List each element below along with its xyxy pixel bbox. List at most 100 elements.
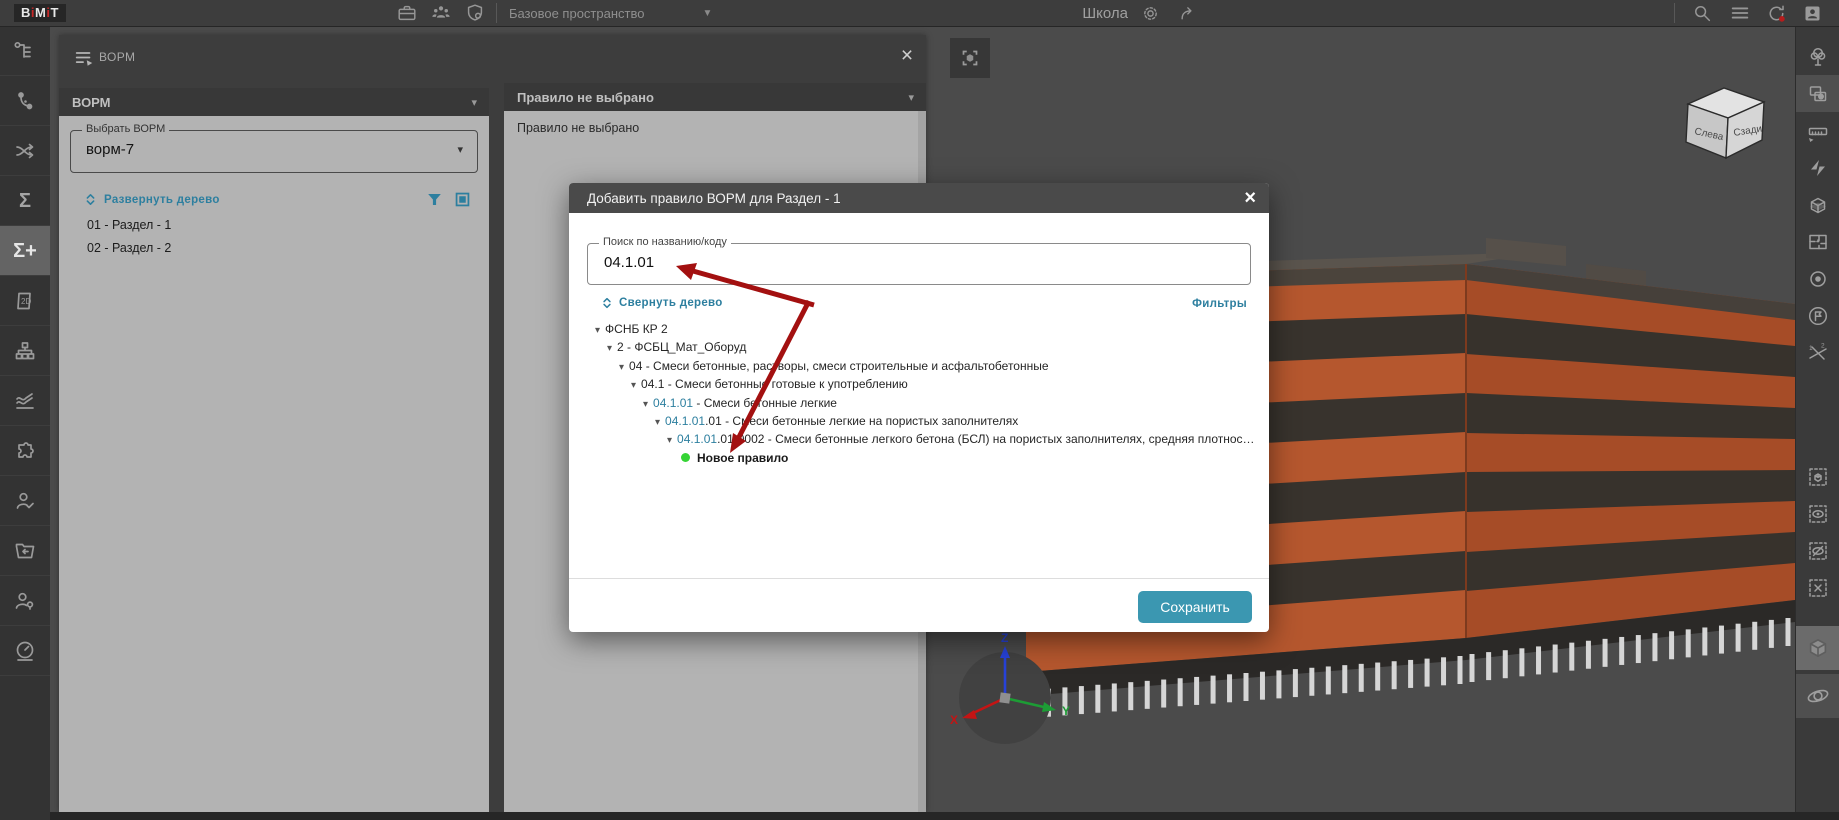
expand-collapse-icon xyxy=(86,194,95,205)
shield-icon[interactable] xyxy=(462,2,488,24)
app-logo: BiMiT xyxy=(14,4,66,22)
workspace-caret-icon[interactable]: ▼ xyxy=(702,8,712,19)
search-input-value: 04.1.01 xyxy=(604,254,655,271)
clear-box-icon[interactable] xyxy=(1796,569,1839,606)
caret-down-icon[interactable]: ▾ xyxy=(655,417,660,428)
rule-panel-caret-icon[interactable]: ▾ xyxy=(908,91,914,104)
window-title: ВОРМ xyxy=(99,50,136,64)
briefcase-icon[interactable] xyxy=(394,2,420,24)
user-check-icon[interactable] xyxy=(0,476,50,526)
vorm-select-caret-icon[interactable]: ▾ xyxy=(457,143,463,156)
shuffle-icon[interactable] xyxy=(0,126,50,176)
search-input[interactable]: Поиск по названию/коду 04.1.01 xyxy=(587,236,1251,285)
isolate-box-icon[interactable] xyxy=(1796,458,1839,495)
vorm-panel-title: ВОРМ xyxy=(72,94,111,110)
hide-box-icon[interactable] xyxy=(1796,532,1839,569)
select-all-icon[interactable] xyxy=(453,190,472,209)
tree-row[interactable]: ▾ 04.1.01 - Смеси бетонные легкие xyxy=(569,396,1263,414)
sync-alert-icon[interactable] xyxy=(1763,2,1789,24)
sigma-icon[interactable]: Σ xyxy=(0,176,50,226)
topbar-divider xyxy=(495,3,497,23)
caret-down-icon[interactable]: ▾ xyxy=(619,362,624,373)
org-chart-icon[interactable] xyxy=(0,326,50,376)
folder-import-icon[interactable] xyxy=(0,526,50,576)
collapse-tree-link[interactable]: Свернуть дерево xyxy=(600,296,723,310)
select-similar-icon[interactable] xyxy=(1796,75,1839,112)
left-toolbar: Σ Σ+ 2D xyxy=(0,26,50,820)
window-close-icon[interactable]: × xyxy=(895,45,919,69)
axis-y-label: Y xyxy=(1062,704,1070,718)
vorm-panel: ВОРМ ▾ Выбрать ВОРМ ворм-7 ▾ Развернуть … xyxy=(59,88,489,812)
caret-down-icon[interactable]: ▾ xyxy=(667,435,672,446)
rule-panel-header[interactable]: Правило не выбрано ▾ xyxy=(504,83,926,111)
tree-row[interactable]: ▾ 2 - ФСБЦ_Мат_Оборуд xyxy=(569,340,1263,358)
team-icon[interactable] xyxy=(428,2,454,24)
add-rule-dialog: Добавить правило ВОРМ для Раздел - 1 × П… xyxy=(569,183,1269,632)
axis-z-label: Z xyxy=(1001,631,1008,645)
tree-row[interactable]: ▾ 04.1.01.01 - Смеси бетонные легкие на п… xyxy=(569,414,1263,432)
dialog-footer: Сохранить xyxy=(569,578,1269,632)
gauge-icon[interactable] xyxy=(0,626,50,676)
top-bar: BiMiT Базовое пространство ▼ Школа xyxy=(0,0,1839,27)
structure-tree-icon[interactable] xyxy=(0,26,50,76)
expand-tree-link[interactable]: Развернуть дерево xyxy=(83,192,220,207)
solid-cube-icon[interactable] xyxy=(1796,626,1839,670)
section-item-2[interactable]: 02 - Раздел - 2 xyxy=(87,241,171,255)
caret-down-icon[interactable]: ▾ xyxy=(631,380,636,391)
dialog-header: Добавить правило ВОРМ для Раздел - 1 × xyxy=(569,183,1269,213)
filter-icon[interactable] xyxy=(425,190,444,209)
vorm-select[interactable]: Выбрать ВОРМ ворм-7 ▾ xyxy=(70,123,478,173)
sheet-2d-icon[interactable]: 2D xyxy=(0,276,50,326)
svg-text:2D: 2D xyxy=(21,297,31,306)
search-input-label: Поиск по названию/коду xyxy=(599,236,731,248)
tree-row[interactable]: ▾ ФСНБ КР 2 xyxy=(569,322,1263,340)
section-item-1[interactable]: 01 - Раздел - 1 xyxy=(87,218,171,232)
avatar-icon[interactable] xyxy=(1799,2,1825,24)
orbit-icon[interactable] xyxy=(1796,674,1839,718)
gear-icon[interactable] xyxy=(1138,2,1164,24)
flag-icon[interactable] xyxy=(1796,297,1839,334)
select-node-icon[interactable] xyxy=(0,76,50,126)
caret-down-icon[interactable]: ▾ xyxy=(607,343,612,354)
workspace-selector-label[interactable]: Базовое пространство xyxy=(509,6,645,21)
tree-row[interactable]: ▾ 04.1 - Смеси бетонные готовые к употреб… xyxy=(569,377,1263,395)
vorm-panel-header[interactable]: ВОРМ ▾ xyxy=(59,88,489,116)
window-menu-icon[interactable] xyxy=(73,47,95,69)
bottom-strip xyxy=(50,812,1839,820)
target-icon[interactable] xyxy=(1796,260,1839,297)
caret-down-icon[interactable]: ▾ xyxy=(595,325,600,336)
menu-list-icon[interactable] xyxy=(1727,2,1753,24)
section-box-icon[interactable] xyxy=(1796,186,1839,223)
show-box-icon[interactable] xyxy=(1796,495,1839,532)
vorm-select-value: ворм-7 xyxy=(86,141,135,158)
tree-row[interactable]: ▾ 04.1.01.01-0002 - Смеси бетонные легког… xyxy=(569,432,1263,450)
ruler-icon[interactable] xyxy=(1796,112,1839,149)
vorm-panel-body: Выбрать ВОРМ ворм-7 ▾ Развернуть дерево … xyxy=(59,116,489,812)
sigma-plus-icon[interactable]: Σ+ xyxy=(0,226,50,276)
nature-tree-icon[interactable] xyxy=(1796,38,1839,75)
flash-section-icon[interactable] xyxy=(1796,149,1839,186)
svg-text:1: 1 xyxy=(1809,345,1813,352)
user-pin-icon[interactable] xyxy=(0,576,50,626)
expand-collapse-icon xyxy=(603,297,611,309)
save-button[interactable]: Сохранить xyxy=(1138,591,1252,623)
share-icon[interactable] xyxy=(1174,2,1200,24)
view-cube[interactable]: Слева Сзади xyxy=(1685,87,1766,160)
floorplan-icon[interactable] xyxy=(1796,223,1839,260)
dimension-axes-icon[interactable]: 12 xyxy=(1796,334,1839,371)
rule-panel-title: Правило не выбрано xyxy=(517,89,654,105)
dialog-title: Добавить правило ВОРМ для Раздел - 1 xyxy=(587,190,841,206)
tree-row-new-rule[interactable]: Новое правило xyxy=(569,451,1263,469)
vorm-panel-caret-icon[interactable]: ▾ xyxy=(471,96,477,109)
dialog-close-icon[interactable]: × xyxy=(1244,188,1256,208)
filters-link[interactable]: Фильтры xyxy=(1192,298,1247,310)
new-rule-dot-icon xyxy=(681,452,690,462)
search-icon[interactable] xyxy=(1689,2,1715,24)
classifier-tree: ▾ ФСНБ КР 2 ▾ 2 - ФСБЦ_Мат_Оборуд ▾ 04 - См… xyxy=(569,322,1263,469)
trend-lines-icon[interactable] xyxy=(0,376,50,426)
right-toolbar: 12 xyxy=(1795,26,1839,820)
tree-row[interactable]: ▾ 04 - Смеси бетонные, растворы, смеси ст… xyxy=(569,359,1263,377)
focus-selection-button[interactable] xyxy=(950,38,990,78)
puzzle-icon[interactable] xyxy=(0,426,50,476)
caret-down-icon[interactable]: ▾ xyxy=(643,399,648,410)
